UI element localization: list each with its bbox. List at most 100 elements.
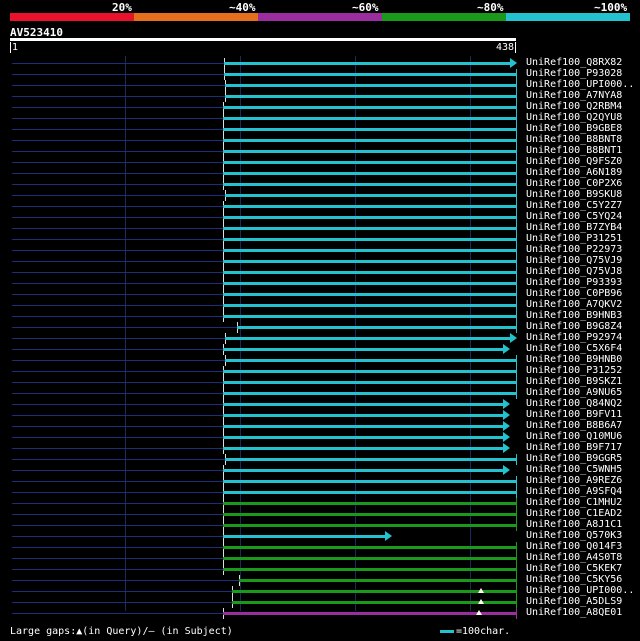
hit-bar[interactable] (223, 183, 516, 186)
hit-bar[interactable] (223, 238, 516, 241)
hit-label[interactable]: UniRef100_P31252 (526, 365, 622, 376)
hit-label[interactable]: UniRef100_P92974 (526, 332, 622, 343)
hit-bar[interactable] (223, 502, 516, 505)
hit-label[interactable]: UniRef100_B8BNT8 (526, 134, 622, 145)
hit-bar[interactable] (223, 568, 516, 571)
hit-label[interactable]: UniRef100_B9GGR5 (526, 453, 622, 464)
hit-bar[interactable] (223, 271, 516, 274)
hit-label[interactable]: UniRef100_Q2QYU8 (526, 112, 622, 123)
hit-label[interactable]: UniRef100_C0PB96 (526, 288, 622, 299)
hit-bar[interactable] (223, 524, 516, 527)
hit-bar[interactable] (223, 535, 387, 538)
hit-label[interactable]: UniRef100_A9SFQ4 (526, 486, 622, 497)
hit-label[interactable]: UniRef100_B9G8Z4 (526, 321, 622, 332)
hit-bar[interactable] (225, 84, 516, 87)
hit-label[interactable]: UniRef100_P93393 (526, 277, 622, 288)
hit-bar[interactable] (223, 106, 516, 109)
hit-label[interactable]: UniRef100_B9HNB3 (526, 310, 622, 321)
hit-bar[interactable] (239, 579, 516, 582)
hit-label[interactable]: UniRef100_Q10MU6 (526, 431, 622, 442)
hit-label[interactable]: UniRef100_A7NYA8 (526, 90, 622, 101)
hit-bar[interactable] (223, 425, 505, 428)
hit-bar[interactable] (223, 370, 516, 373)
hit-label[interactable]: UniRef100_B9HNB0 (526, 354, 622, 365)
hit-bar[interactable] (225, 359, 516, 362)
hit-bar[interactable] (236, 326, 516, 329)
hit-label[interactable]: UniRef100_A9REZ6 (526, 475, 622, 486)
hit-bar[interactable] (223, 557, 516, 560)
hit-label[interactable]: UniRef100_Q75VJ8 (526, 266, 622, 277)
hit-bar[interactable] (223, 491, 516, 494)
hit-label[interactable]: UniRef100_A7QKV2 (526, 299, 622, 310)
hit-bar[interactable] (223, 205, 516, 208)
hit-bar[interactable] (232, 601, 516, 604)
hit-bar[interactable] (223, 546, 516, 549)
hit-label[interactable]: UniRef100_A5DLS9 (526, 596, 622, 607)
hit-label[interactable]: UniRef100_B9SKU8 (526, 189, 622, 200)
hit-bar[interactable] (223, 513, 516, 516)
hit-label[interactable]: UniRef100_A6N189 (526, 167, 622, 178)
hit-label[interactable]: UniRef100_C5KEK7 (526, 563, 622, 574)
hit-label[interactable]: UniRef100_A9NU65 (526, 387, 622, 398)
hit-label[interactable]: UniRef100_C5YQ24 (526, 211, 622, 222)
hit-bar[interactable] (223, 315, 516, 318)
hit-bar[interactable] (225, 95, 516, 98)
hit-bar[interactable] (232, 590, 516, 593)
hit-bar[interactable] (223, 260, 516, 263)
hit-label[interactable]: UniRef100_Q84NQ2 (526, 398, 622, 409)
hit-row[interactable]: UniRef100_A8QE01 (0, 607, 640, 619)
hit-bar[interactable] (223, 447, 505, 450)
hit-label[interactable]: UniRef100_C1MHU2 (526, 497, 622, 508)
hit-label[interactable]: UniRef100_B9GBE8 (526, 123, 622, 134)
hit-bar[interactable] (223, 282, 516, 285)
hit-label[interactable]: UniRef100_C5X6F4 (526, 343, 622, 354)
hit-bar[interactable] (223, 381, 516, 384)
hit-label[interactable]: UniRef100_P93028 (526, 68, 622, 79)
hit-label[interactable]: UniRef100_UPI000.. (526, 585, 634, 596)
hit-label[interactable]: UniRef100_Q570K3 (526, 530, 622, 541)
hit-label[interactable]: UniRef100_B8BNT1 (526, 145, 622, 156)
hit-label[interactable]: UniRef100_C5WNH5 (526, 464, 622, 475)
hit-label[interactable]: UniRef100_C5Y2Z7 (526, 200, 622, 211)
hit-bar[interactable] (224, 73, 516, 76)
hit-label[interactable]: UniRef100_Q8RX82 (526, 57, 622, 68)
hit-bar[interactable] (223, 172, 516, 175)
hit-bar[interactable] (223, 128, 516, 131)
hit-bar[interactable] (223, 139, 516, 142)
hit-label[interactable]: UniRef100_B7ZYB4 (526, 222, 622, 233)
hit-bar[interactable] (223, 117, 516, 120)
hit-label[interactable]: UniRef100_A4S0T8 (526, 552, 622, 563)
hit-label[interactable]: UniRef100_B8B6A7 (526, 420, 622, 431)
hit-label[interactable]: UniRef100_C1EAD2 (526, 508, 622, 519)
hit-bar[interactable] (223, 161, 516, 164)
hit-bar[interactable] (223, 392, 516, 395)
hit-label[interactable]: UniRef100_B9F717 (526, 442, 622, 453)
hit-bar[interactable] (225, 458, 516, 461)
hit-label[interactable]: UniRef100_B9FV11 (526, 409, 622, 420)
hit-bar[interactable] (223, 348, 505, 351)
hit-bar[interactable] (223, 249, 516, 252)
hit-bar[interactable] (223, 436, 505, 439)
hit-bar[interactable] (223, 414, 505, 417)
hit-label[interactable]: UniRef100_C0P2X6 (526, 178, 622, 189)
hit-label[interactable]: UniRef100_UPI000.. (526, 79, 634, 90)
hit-bar[interactable] (223, 469, 505, 472)
hit-label[interactable]: UniRef100_Q014F3 (526, 541, 622, 552)
hit-label[interactable]: UniRef100_C5KY56 (526, 574, 622, 585)
hit-label[interactable]: UniRef100_A8QE01 (526, 607, 622, 618)
hit-label[interactable]: UniRef100_Q75VJ9 (526, 255, 622, 266)
hit-label[interactable]: UniRef100_P22973 (526, 244, 622, 255)
hit-label[interactable]: UniRef100_A8J1C1 (526, 519, 622, 530)
hit-label[interactable]: UniRef100_Q9FSZ0 (526, 156, 622, 167)
hit-bar[interactable] (223, 150, 516, 153)
hit-bar[interactable] (223, 216, 516, 219)
hit-bar[interactable] (223, 612, 516, 615)
hit-label[interactable]: UniRef100_Q2RBM4 (526, 101, 622, 112)
hit-bar[interactable] (223, 227, 516, 230)
hit-label[interactable]: UniRef100_P31251 (526, 233, 622, 244)
hit-bar[interactable] (225, 194, 516, 197)
hit-bar[interactable] (224, 62, 511, 65)
hit-bar[interactable] (225, 337, 511, 340)
hit-bar[interactable] (223, 403, 505, 406)
hit-bar[interactable] (223, 304, 516, 307)
